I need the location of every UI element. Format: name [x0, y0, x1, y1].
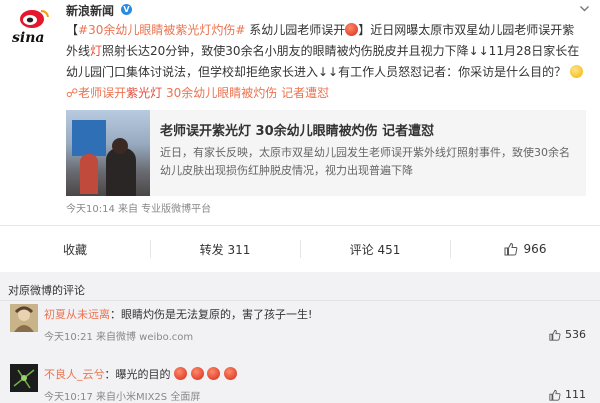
sina-logo-avatar[interactable]: sina — [8, 6, 58, 48]
action-bar: 收藏 转发 311 评论 451 966 — [0, 226, 600, 272]
comment-text: 初夏从未远离：眼睛灼伤是无法复原的，害了孩子一生! — [44, 306, 312, 322]
comment-button[interactable]: 评论 451 — [300, 226, 450, 272]
post-bracket: 【 — [66, 23, 79, 37]
post-text: 【#30余幼儿眼睛被紫光灯灼伤# 系幼儿园老师误开 】近日网曝太原市双星幼儿园老师… — [66, 20, 586, 104]
favorite-label: 收藏 — [62, 242, 87, 257]
comment-username[interactable]: 不良人_云兮 — [44, 368, 105, 381]
video-link-text: 老师误开 — [78, 86, 127, 100]
comment-body: ：曝光的目的 — [104, 368, 171, 381]
card-title: 老师误开紫光灯 30余幼儿眼睛被灼伤 记者遭怼 — [160, 124, 435, 139]
angry-emoji-icon — [207, 367, 220, 380]
comment-like-button[interactable]: 111 — [549, 388, 586, 401]
repost-button[interactable]: 转发 311 — [150, 226, 300, 272]
angry-emoji-icon — [174, 367, 187, 380]
smile-emoji-icon — [569, 65, 583, 78]
weibo-post: sina 新浪新闻 V 【#30余幼儿眼睛被紫光灯灼伤# 系幼儿园老师误开 】近日… — [0, 0, 600, 272]
post-text-highlight: 灯 — [90, 44, 103, 58]
comments-title: 对原微博的评论 — [8, 284, 85, 297]
thumbnail-figure — [80, 154, 98, 194]
post-text-part: 系幼儿园老师误开 — [245, 23, 346, 37]
comment-like-button[interactable]: 536 — [549, 328, 586, 341]
thumbs-up-icon — [504, 242, 517, 256]
comment-text: 不良人_云兮：曝光的目的 — [44, 366, 237, 382]
link-card[interactable]: 老师误开紫光灯 30余幼儿眼睛被灼伤 记者遭怼 近日，有家长反映，太原市双星幼儿… — [66, 110, 586, 196]
video-link[interactable]: 老师误开紫光灯 30余幼儿眼睛被灼伤 记者遭怼 — [78, 86, 329, 100]
comment-body: ：眼睛灼伤是无法复原的，害了孩子一生! — [110, 308, 313, 321]
comment-username[interactable]: 初夏从未远离 — [44, 308, 110, 321]
thumbs-up-icon — [549, 389, 561, 401]
thumbnail-gate — [72, 120, 106, 156]
comment-like-count: 111 — [565, 388, 586, 401]
thumbs-up-icon — [549, 329, 561, 341]
card-thumbnail — [66, 110, 150, 196]
verified-icon: V — [121, 4, 132, 15]
author-name[interactable]: 新浪新闻 — [66, 2, 114, 19]
video-link-highlight: 紫光灯 — [126, 86, 163, 100]
card-description: 近日，有家长反映，太原市双星幼儿园发生老师误开紫外线灯照射事件，致使30余名幼儿… — [160, 146, 570, 177]
hashtag-link[interactable]: #30余幼儿眼睛被紫光灯灼伤# — [78, 23, 245, 37]
like-count: 966 — [523, 242, 547, 256]
like-button[interactable]: 966 — [450, 226, 600, 272]
post-meta: 今天10:14 来自 专业版微博平台 — [66, 204, 212, 215]
comment-time: 今天10:21 来自微博 weibo.com — [44, 332, 194, 343]
angry-emoji-icon — [223, 367, 237, 380]
divider — [0, 300, 600, 301]
comments-section: 对原微博的评论 初夏从未远离：眼睛灼伤是无法复原的，害了孩子一生! 今天10:2… — [0, 282, 600, 403]
thumbnail-figure — [106, 148, 136, 196]
favorite-button[interactable]: 收藏 — [0, 226, 150, 272]
post-text-part: 照射长达20分钟，致使30余名小朋友的眼睛被灼伤脱皮并且视力下降↓↓11月28日… — [66, 44, 580, 79]
video-link-text: 30余幼儿眼睛被灼伤 记者遭怼 — [162, 86, 330, 100]
avatar[interactable] — [10, 304, 38, 332]
comment-time: 今天10:17 来自小米MIX2S 全面屏 — [44, 392, 201, 403]
chevron-down-icon[interactable] — [579, 3, 590, 14]
comment-label: 评论 451 — [349, 242, 401, 257]
comment-like-count: 536 — [565, 328, 586, 341]
avatar[interactable] — [10, 364, 38, 392]
svg-text:sina: sina — [12, 30, 44, 46]
thumbnail-figure — [112, 138, 128, 154]
angry-emoji-icon — [190, 367, 204, 380]
angry-emoji-icon — [345, 23, 359, 36]
repost-label: 转发 311 — [199, 242, 251, 257]
video-link-icon: ☍ — [66, 86, 79, 100]
